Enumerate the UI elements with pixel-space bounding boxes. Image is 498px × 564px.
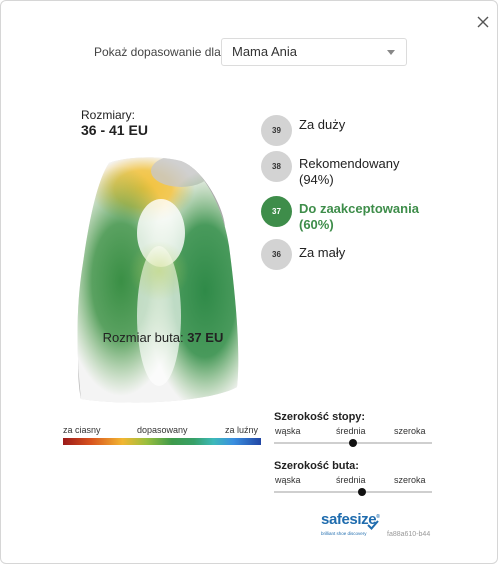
foot-width-wide: szeroka	[394, 426, 426, 436]
size-circle[interactable]: 38	[261, 151, 292, 182]
fit-scale-tight: za ciasny	[63, 425, 101, 435]
foot-width-title: Szerokość stopy:	[274, 411, 366, 423]
foot-width-marker	[349, 439, 357, 447]
size-label-selected: Do zaakceptowania (60%)	[299, 201, 419, 232]
chevron-down-icon	[387, 50, 395, 55]
shoe-width-track	[274, 488, 432, 496]
brand-tagline: brilliant shoe discovery	[321, 531, 367, 536]
size-circle[interactable]: 36	[261, 239, 292, 270]
shoe-width-medium: średnia	[336, 475, 366, 485]
shoe-size-label: Rozmiar buta: 37 EU	[63, 330, 263, 345]
fit-scale-labels: za ciasny dopasowany za luźny	[63, 425, 261, 437]
foot-width-track	[274, 439, 432, 447]
shoe-width-title: Szerokość buta:	[274, 460, 359, 472]
fit-dialog: Pokaż dopasowanie dla Mama Ania Rozmiary…	[0, 0, 498, 564]
shoe-width-marker	[358, 488, 367, 496]
profile-label: Pokaż dopasowanie dla	[94, 45, 221, 59]
size-circle-selected[interactable]: 37	[261, 196, 292, 227]
sizes-title: Rozmiary:	[81, 108, 136, 122]
session-id: fa88a610-b44	[387, 531, 431, 538]
sizes-range: 36 - 41 EU	[81, 122, 148, 138]
size-label: Za mały	[299, 245, 346, 260]
checkmark-icon	[367, 520, 379, 530]
shoe-size-caption: Rozmiar buta:	[102, 330, 184, 345]
size-circle[interactable]: 39	[261, 115, 292, 146]
fit-scale-loose: za luźny	[225, 425, 259, 435]
safesize-logo[interactable]: safesize® brilliant shoe discovery	[319, 511, 381, 541]
shoe-width-indicator: Szerokość buta: wąska średnia szeroka	[274, 460, 432, 496]
foot-width-narrow: wąska	[275, 426, 301, 436]
size-label: Rekomendowany (94%)	[299, 156, 400, 187]
foot-width-medium: średnia	[336, 426, 366, 436]
fit-scale-fitted: dopasowany	[137, 425, 188, 435]
profile-selected-value: Mama Ania	[232, 44, 298, 59]
shoe-width-narrow: wąska	[275, 475, 301, 485]
shoe-width-wide: szeroka	[394, 475, 426, 485]
profile-select[interactable]: Mama Ania	[221, 38, 407, 66]
foot-width-indicator: Szerokość stopy: wąska średnia szeroka	[274, 411, 432, 447]
foot-fit-visualization	[63, 151, 263, 423]
size-label: Za duży	[299, 117, 346, 132]
fit-gradient-bar	[63, 438, 261, 445]
close-icon[interactable]	[474, 13, 492, 31]
shoe-size-value: 37 EU	[187, 330, 224, 345]
